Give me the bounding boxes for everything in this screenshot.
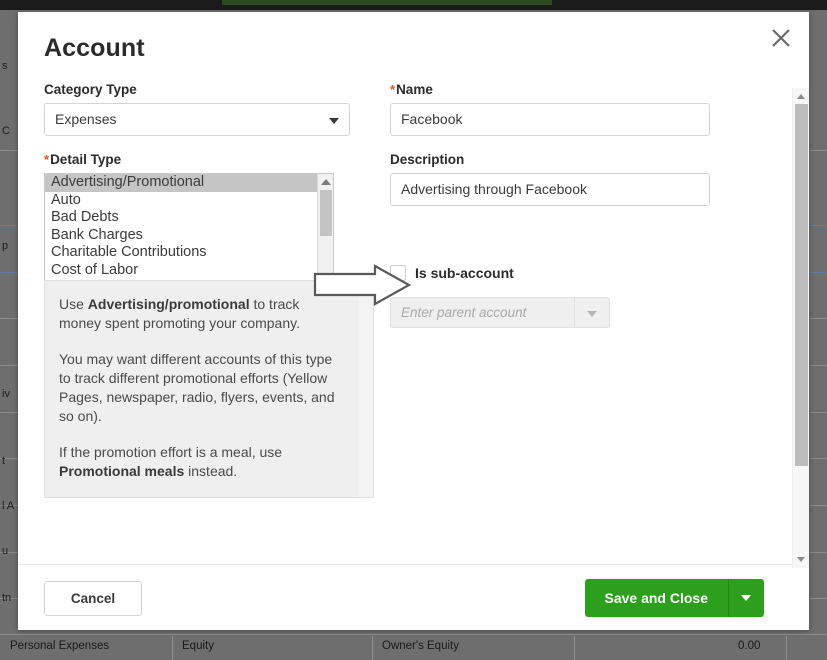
detail-type-help-panel: Use Advertising/promotional to track mon… xyxy=(44,280,374,498)
help-paragraph: You may want different accounts of this … xyxy=(59,350,345,426)
description-label: Description xyxy=(390,152,710,167)
category-type-value: Expenses xyxy=(55,111,117,127)
right-column: *Name Facebook Description Advertising t… xyxy=(390,82,710,328)
chevron-down-icon xyxy=(329,118,339,124)
background-text-fragment: C xyxy=(2,125,10,137)
name-input[interactable]: Facebook xyxy=(390,103,710,136)
scroll-up-arrow-icon[interactable] xyxy=(797,94,805,99)
scroll-up-arrow-icon[interactable] xyxy=(361,287,369,292)
cancel-button[interactable]: Cancel xyxy=(44,581,142,616)
help-text-segment: instead. xyxy=(184,463,238,479)
help-text-bold-segment: Promotional meals xyxy=(59,463,185,479)
background-cell-balance: 0.00 xyxy=(738,640,761,652)
help-text-segment: Use xyxy=(59,296,88,312)
name-label-text: Name xyxy=(396,82,433,97)
required-marker: * xyxy=(390,82,396,97)
help-text-segment: You may want different accounts of this … xyxy=(59,351,335,424)
background-cell-detail: Owner's Equity xyxy=(382,640,459,652)
help-paragraph: If the promotion effort is a meal, use P… xyxy=(59,443,345,481)
detail-type-label-text: Detail Type xyxy=(50,152,122,167)
parent-account-placeholder: Enter parent account xyxy=(401,305,527,320)
account-modal: Account Category Type Expenses *Detail T… xyxy=(18,12,809,630)
scrollbar-thumb[interactable] xyxy=(795,104,808,466)
required-marker: * xyxy=(44,152,50,167)
save-and-close-button[interactable]: Save and Close xyxy=(584,579,728,617)
is-sub-account-checkbox[interactable] xyxy=(390,265,406,281)
background-text-fragment: t xyxy=(2,455,6,467)
help-panel-scrollbar[interactable] xyxy=(358,281,373,497)
background-text-fragment: u xyxy=(2,545,9,557)
list-item[interactable]: Charitable Contributions xyxy=(45,244,333,262)
list-item[interactable]: Auto xyxy=(45,192,333,210)
category-type-label-text: Category Type xyxy=(44,82,137,97)
background-text-fragment: p xyxy=(2,240,9,252)
modal-scrollbar[interactable] xyxy=(792,88,809,568)
left-column: Category Type Expenses *Detail Type Adve… xyxy=(44,82,364,313)
chevron-down-icon xyxy=(741,595,751,601)
background-text-fragment: l A xyxy=(2,500,15,512)
background-cell-type: Equity xyxy=(182,640,214,652)
description-input[interactable]: Advertising through Facebook xyxy=(390,173,710,206)
app-top-bar xyxy=(0,0,827,10)
modal-footer: Cancel Save and Close xyxy=(18,564,792,630)
background-text-fragment: iv xyxy=(2,388,10,400)
background-text-fragment: tn xyxy=(2,592,12,604)
close-icon[interactable] xyxy=(767,24,795,52)
background-cell-name: Personal Expenses xyxy=(10,640,110,652)
background-text-fragment: s xyxy=(2,60,8,72)
background-table-row: Personal Expenses Equity Owner's Equity … xyxy=(0,636,827,660)
list-item[interactable]: Bank Charges xyxy=(45,227,333,245)
scroll-down-arrow-icon[interactable] xyxy=(797,557,805,562)
list-item[interactable]: Advertising/Promotional xyxy=(45,174,318,192)
app-top-bar-green-segment xyxy=(222,0,552,5)
is-sub-account-label: Is sub-account xyxy=(415,265,514,281)
sub-account-row: Is sub-account xyxy=(390,265,514,281)
save-button-group: Save and Close xyxy=(584,579,764,617)
category-type-dropdown[interactable]: Expenses xyxy=(44,103,350,136)
parent-account-dropdown[interactable]: Enter parent account xyxy=(390,297,610,328)
list-item[interactable]: Bad Debts xyxy=(45,209,333,227)
save-options-dropdown-button[interactable] xyxy=(728,579,764,617)
category-type-label: Category Type xyxy=(44,82,364,97)
help-text-segment: If the promotion effort is a meal, use xyxy=(59,444,283,460)
name-label: *Name xyxy=(390,82,710,97)
page-title: Account xyxy=(44,34,145,62)
modal-content: Category Type Expenses *Detail Type Adve… xyxy=(18,82,754,564)
help-text: Use Advertising/promotional to track mon… xyxy=(45,281,373,491)
help-paragraph: Use Advertising/promotional to track mon… xyxy=(59,295,345,333)
chevron-down-icon xyxy=(587,311,597,317)
scrollbar-thumb[interactable] xyxy=(320,190,332,236)
scroll-up-arrow-icon[interactable] xyxy=(321,179,331,185)
description-label-text: Description xyxy=(390,152,465,167)
list-item[interactable]: Cost of Labor xyxy=(45,262,333,280)
help-text-bold-segment: Advertising/promotional xyxy=(87,296,250,312)
detail-type-label: *Detail Type xyxy=(44,152,364,167)
